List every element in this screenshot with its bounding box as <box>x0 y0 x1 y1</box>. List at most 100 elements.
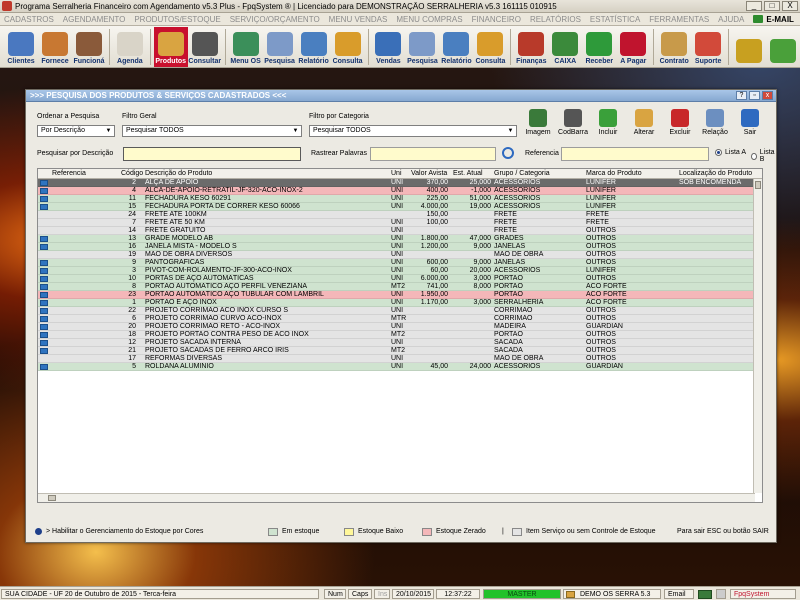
toolbar-pesquisa-button[interactable]: Pesquisa <box>405 27 439 67</box>
table-row[interactable]: 3 PIVOT-COM-ROLAMENTO-JF-300-ACO-INOX UNI 6… <box>38 267 762 275</box>
table-row[interactable]: 4 ALCA-DE-APOIO-RETRATIL-JF-320-ACO-INOX-… <box>38 187 762 195</box>
toolbar-coins-button[interactable] <box>732 27 766 67</box>
search-desc-input[interactable] <box>123 147 301 161</box>
product-image-icon[interactable] <box>40 316 48 322</box>
rela-o-button[interactable]: Relação <box>700 109 730 136</box>
track-words-input[interactable] <box>370 147 496 161</box>
product-image-icon[interactable] <box>40 188 48 194</box>
toolbar-receber-button[interactable]: Receber <box>582 27 616 67</box>
scroll-thumb[interactable] <box>48 495 56 501</box>
alterar-button[interactable]: Alterar <box>629 109 659 136</box>
product-image-icon[interactable] <box>40 364 48 370</box>
product-image-icon[interactable] <box>40 308 48 314</box>
table-row[interactable]: 16 JANELA MISTA - MODELO S UNI 1.200,00 9,00… <box>38 243 762 251</box>
table-row[interactable]: 11 FECHADURA KESO 60291 UNI 225,00 51,000 ACE… <box>38 195 762 203</box>
table-row[interactable]: 8 PORTÃO AUTOMÁTICO AÇO PERFIL VENEZIANA M… <box>38 283 762 291</box>
table-row[interactable]: 9 PANTOGRÁFICAS UNI 600,00 9,000 JANELAS OUTRO… <box>38 259 762 267</box>
product-image-icon[interactable] <box>40 324 48 330</box>
table-row[interactable]: 15 FECHADURA PORTA DE CORRER KESO 60066 UN… <box>38 203 762 211</box>
product-image-icon[interactable] <box>40 260 48 266</box>
table-row[interactable]: 2 ALÇA DE APOIO UNI 370,00 25,000 ACESSORIOS L… <box>38 179 762 187</box>
col-grupo[interactable]: Grupo / Categoria <box>494 169 550 179</box>
dialog-close-button[interactable]: x <box>762 91 773 100</box>
toolbar-suporte-button[interactable]: Suporte <box>691 27 725 67</box>
col-localizacao[interactable]: Localização do Produto <box>679 169 752 179</box>
col-uni[interactable]: Uni <box>391 169 402 179</box>
list-a-radio[interactable]: Lista A <box>715 149 746 156</box>
menu-estatistica[interactable]: ESTATÍSTICA <box>590 15 640 24</box>
col-marca[interactable]: Marca do Produto <box>586 169 642 179</box>
toolbar-pesquisa-button[interactable]: Pesquisa <box>263 27 297 67</box>
product-image-icon[interactable] <box>40 268 48 274</box>
toolbar-a-pagar-button[interactable]: A Pagar <box>616 27 650 67</box>
col-descricao[interactable]: Descrição do Produto <box>145 169 212 179</box>
table-row[interactable]: 10 PORTAS DE AÇO AUTOMÁTICAS UNI 6.000,00 3,… <box>38 275 762 283</box>
table-row[interactable]: 20 PROJETO CORRIMAO RETO - ACO-INOX UNI MAD… <box>38 323 762 331</box>
menu-vendas[interactable]: MENU VENDAS <box>329 15 388 24</box>
product-image-icon[interactable] <box>40 276 48 282</box>
list-b-radio[interactable]: Lista B <box>751 149 776 163</box>
order-select[interactable]: Por Descrição ▼ <box>37 125 115 137</box>
menu-cadastros[interactable]: CADASTROS <box>4 15 54 24</box>
codbarra-button[interactable]: CodBarra <box>558 109 588 136</box>
category-filter-select[interactable]: Pesquisar TODOS ▼ <box>309 125 517 137</box>
table-row[interactable]: 6 PROJETO CORRIMAO CURVO ACO-INOX MTR CORRI… <box>38 315 762 323</box>
table-row[interactable]: 21 PROJETO SACADAS DE FERRO ARCO IRIS MT2 S… <box>38 347 762 355</box>
product-image-icon[interactable] <box>40 244 48 250</box>
product-image-icon[interactable] <box>40 236 48 242</box>
toolbar-consultar-button[interactable]: Consultar <box>188 27 222 67</box>
table-row[interactable]: 12 PROJETO SACADA INTERNA UNI SACADA OUTROS <box>38 339 762 347</box>
vertical-scrollbar[interactable] <box>753 179 762 493</box>
reference-input[interactable] <box>561 147 709 161</box>
maximize-button[interactable]: □ <box>764 1 780 11</box>
table-row[interactable]: 19 MAO DE OBRA DIVERSOS UNI MAO DE OBRA OUTR… <box>38 251 762 259</box>
product-image-icon[interactable] <box>40 332 48 338</box>
table-row[interactable]: 7 FRETE ATÉ 50 KM UNI 100,00 FRETE FRETE <box>38 219 762 227</box>
excluir-button[interactable]: Excluir <box>665 109 695 136</box>
toolbar-contrato-button[interactable]: Contrato <box>657 27 691 67</box>
col-estoque-atual[interactable]: Est. Atual <box>453 169 483 179</box>
menu-ajuda[interactable]: AJUDA <box>718 15 744 24</box>
search-icon[interactable] <box>502 147 514 159</box>
imagem-button[interactable]: Imagem <box>523 109 553 136</box>
toolbar-relat-rio-button[interactable]: Relatório <box>439 27 473 67</box>
product-image-icon[interactable] <box>40 196 48 202</box>
toolbar-menu-os-button[interactable]: Menu OS <box>229 27 263 67</box>
incluir-button[interactable]: Incluir <box>593 109 623 136</box>
toolbar-consulta-button[interactable]: Consulta <box>473 27 507 67</box>
table-row[interactable]: 22 PROJETO CORRIMAO ACO INOX CURSO S UNI CO… <box>38 307 762 315</box>
menu-produtos-estoque[interactable]: PRODUTOS/ESTOQUE <box>134 15 220 24</box>
table-row[interactable]: 17 REFORMAS DIVERSAS UNI MAO DE OBRA OUTROS <box>38 355 762 363</box>
close-button[interactable]: X <box>782 1 798 11</box>
table-row[interactable]: 24 FRETE ATÉ 100KM 150,00 FRETE FRETE <box>38 211 762 219</box>
toolbar-consulta-button[interactable]: Consulta <box>331 27 365 67</box>
email-icon[interactable] <box>698 590 712 599</box>
table-row[interactable]: 18 PROJETO PORTAO CONTRA PESO DE ACO INOX… <box>38 331 762 339</box>
sair-button[interactable]: Sair <box>735 109 765 136</box>
table-row[interactable]: 14 FRETE GRATUITO UNI FRETE OUTROS <box>38 227 762 235</box>
horizontal-scrollbar[interactable] <box>38 493 755 502</box>
toolbar-agenda-button[interactable]: Agenda <box>113 27 147 67</box>
toolbar-vendas-button[interactable]: Vendas <box>371 27 405 67</box>
toolbar-clientes-button[interactable]: Clientes <box>4 27 38 67</box>
col-referencia[interactable]: Referencia <box>52 169 86 179</box>
col-codigo[interactable]: Código <box>121 169 143 179</box>
toolbar-finan-as-button[interactable]: Finanças <box>514 27 548 67</box>
toolbar-fornece-button[interactable]: Fornece <box>38 27 72 67</box>
toolbar-relat-rio-button[interactable]: Relatório <box>297 27 331 67</box>
general-filter-select[interactable]: Pesquisar TODOS ▼ <box>122 125 302 137</box>
table-row[interactable]: 23 PORTÃO AUTOMÁTICO AÇO TUBULAR COM LAMB… <box>38 291 762 299</box>
toolbar-produtos-button[interactable]: Produtos <box>153 27 188 67</box>
scroll-thumb[interactable] <box>755 181 761 189</box>
menu-ferramentas[interactable]: FERRAMENTAS <box>649 15 709 24</box>
menu-agendamento[interactable]: AGENDAMENTO <box>63 15 126 24</box>
menu-compras[interactable]: MENU COMPRAS <box>396 15 462 24</box>
enable-color-stock-link[interactable]: > Habilitar o Gerenciamento do Estoque p… <box>46 528 203 535</box>
toolbar-exit-button[interactable] <box>766 27 800 67</box>
dialog-restore-button[interactable]: ▫ <box>749 91 760 100</box>
table-row[interactable]: 5 ROLDANA ALUMINIO UNI 45,00 24,000 ACESSORIO… <box>38 363 762 371</box>
status-email[interactable]: Email <box>664 589 694 599</box>
menu-relatorios[interactable]: RELATÓRIOS <box>530 15 581 24</box>
dialog-help-button[interactable]: ? <box>736 91 747 100</box>
product-image-icon[interactable] <box>40 284 48 290</box>
